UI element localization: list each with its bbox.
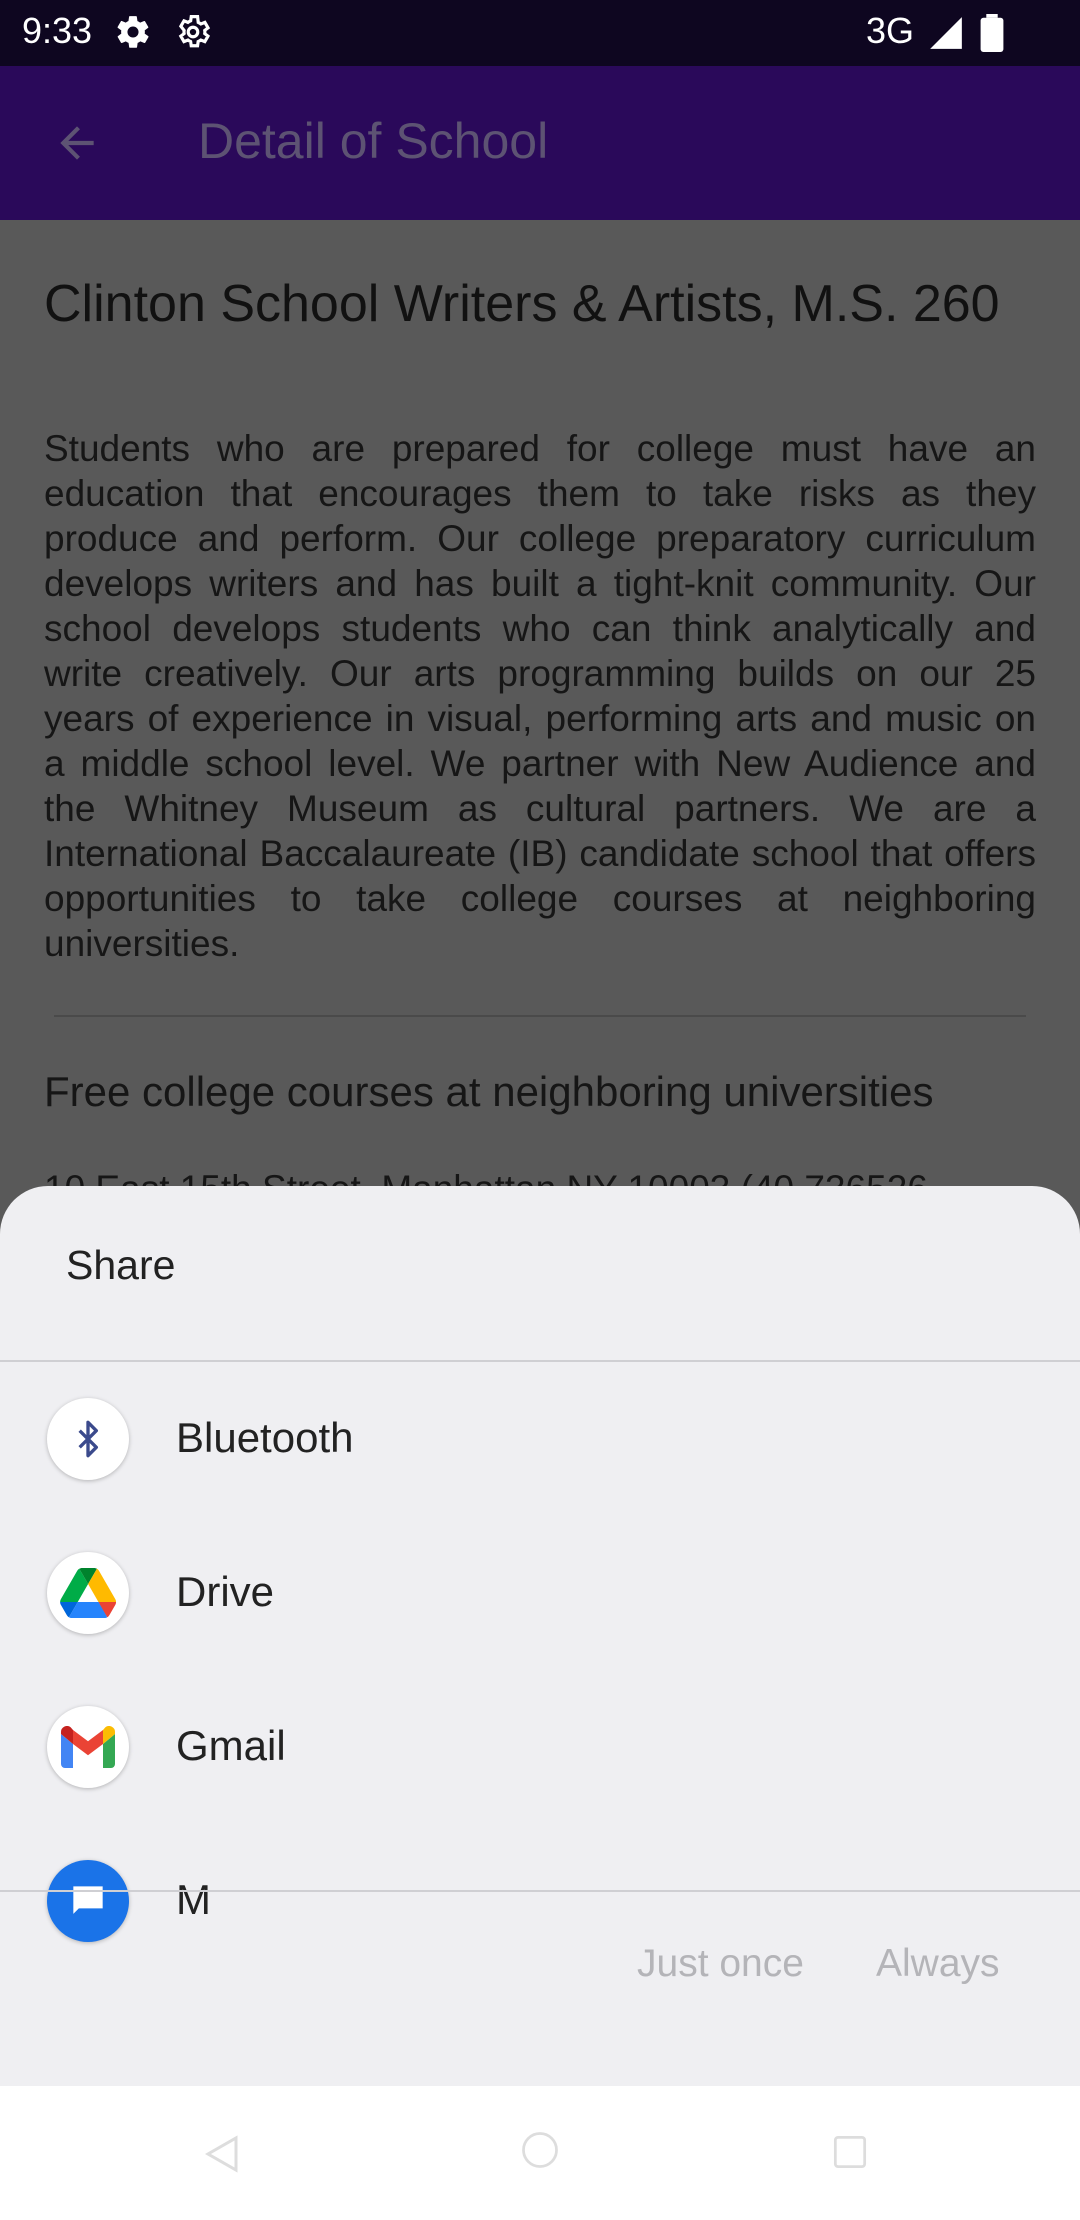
page-title: Detail of School (198, 113, 549, 169)
always-button[interactable]: Always (876, 1942, 1000, 1986)
school-highlight: Free college courses at neighboring univ… (44, 1068, 934, 1115)
battery-icon (980, 14, 1004, 57)
nav-home-icon[interactable] (518, 2128, 562, 2177)
share-target-gmail[interactable]: Gmail (0, 1670, 1080, 1824)
share-target-bluetooth[interactable]: Bluetooth (0, 1362, 1080, 1516)
share-target-label: Gmail (176, 1722, 286, 1769)
settings-gear-icon (114, 13, 152, 56)
google-drive-icon (47, 1552, 129, 1634)
system-nav-bar (0, 2086, 1080, 2220)
share-target-drive[interactable]: Drive (0, 1516, 1080, 1670)
status-bar: 9:33 3G (0, 0, 1080, 66)
bluetooth-icon (47, 1398, 129, 1480)
share-sheet-title: Share (66, 1242, 176, 1288)
share-actions: Just once Always (0, 1892, 1080, 2086)
nav-recents-icon[interactable] (828, 2130, 872, 2179)
settings-outline-icon (174, 13, 212, 56)
school-description: Students who are prepared for college mu… (44, 428, 1036, 964)
back-arrow-icon[interactable] (52, 118, 102, 173)
school-name: Clinton School Writers & Artists, M.S. 2… (44, 275, 1000, 333)
divider (54, 1015, 1026, 1017)
status-time: 9:33 (22, 10, 93, 51)
signal-icon (926, 14, 966, 57)
share-target-label: Bluetooth (176, 1414, 354, 1461)
just-once-button[interactable]: Just once (637, 1942, 804, 1986)
app-bar: Detail of School (0, 66, 1080, 220)
nav-back-icon[interactable] (200, 2130, 248, 2183)
share-target-label: Drive (176, 1568, 275, 1615)
gmail-icon (47, 1706, 129, 1788)
network-type: 3G (866, 10, 915, 51)
share-sheet: Share Bluetooth Drive Gmail M Just once … (0, 1186, 1080, 2086)
